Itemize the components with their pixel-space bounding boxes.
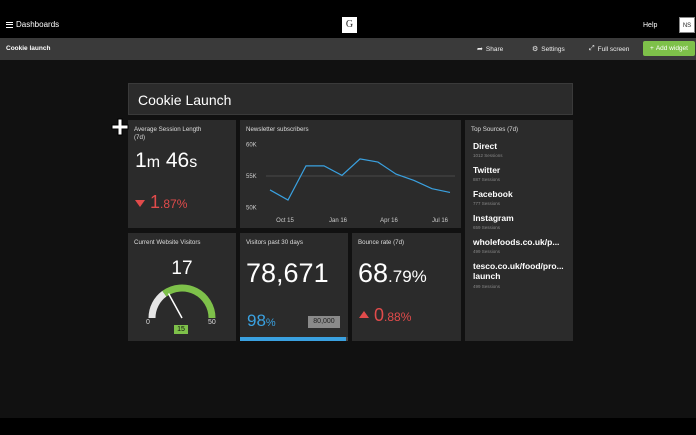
source-sessions: 887 Sessions (473, 177, 501, 182)
share-button[interactable]: ➦ Share (477, 45, 504, 54)
bounce-dec: .79% (388, 267, 427, 286)
x-tick-label: Jul 16 (432, 218, 449, 224)
visitors-30d-value: 78,671 (246, 258, 329, 288)
title-line: (7d) (134, 133, 146, 141)
source-name: wholefoods.co.uk/p... (473, 237, 560, 247)
expand-icon: ⤢ (589, 45, 595, 52)
gauge-max: 50 (208, 319, 216, 326)
source-sessions: 1012 Sessions (473, 153, 503, 158)
settings-label: Settings (541, 45, 565, 53)
source-sessions: 499 Sessions (473, 249, 501, 254)
help-link[interactable]: Help (643, 22, 657, 29)
widget-title: Bounce rate (7d) (358, 239, 405, 246)
newsletter-line-chart: 60K 55K 50K Oct 15 Jan 16 Apr 16 Jul 16 (246, 142, 455, 224)
gauge-arc-target (162, 284, 216, 319)
session-length-value: 1m 46s (135, 149, 197, 173)
gauge-needle (167, 293, 183, 319)
avg-session-widget[interactable]: Average Session Length (7d) 1m 46s 1.87% (128, 120, 236, 228)
source-sessions: 777 Sessions (473, 201, 501, 206)
share-icon: ➦ (477, 46, 483, 53)
dashboard-name: Cookie launch (6, 45, 51, 52)
current-visitors-widget[interactable]: Current Website Visitors 17 0 50 15 (128, 233, 236, 341)
dashboards-label: Dashboards (16, 20, 60, 29)
source-name: tesco.co.uk/food/pro... (473, 261, 564, 271)
gauge-arc-base (148, 290, 167, 319)
change-dec: .87% (160, 197, 188, 211)
dashboard-title-box: Cookie Launch (128, 83, 573, 115)
minutes-unit: m (146, 154, 161, 171)
down-arrow-icon (135, 200, 145, 207)
dashboards-menu-button[interactable]: Dashboards (6, 20, 59, 29)
session-change: 1.87% (150, 192, 187, 213)
newsletter-widget[interactable]: Newsletter subscribers 60K 55K 50K Oct 15 Ja… (240, 120, 461, 228)
add-widget-label: Add widget (655, 45, 688, 52)
settings-button[interactable]: ⚙ Settings (532, 45, 565, 54)
source-name: Twitter (473, 165, 501, 175)
minutes-value: 1 (135, 149, 147, 172)
change-dec: .88% (384, 310, 412, 324)
percent-value: 98 (247, 311, 266, 330)
change-int: 0 (374, 305, 385, 325)
title-line: Average Session Length (134, 126, 202, 133)
add-widget-button[interactable]: + Add widget (643, 41, 695, 56)
hamburger-icon (6, 21, 13, 28)
gear-icon: ⚙ (532, 46, 539, 53)
widget-title: Visitors past 30 days (246, 239, 303, 246)
y-tick-label: 60K (246, 142, 257, 148)
geckoboard-logo: G (342, 17, 357, 33)
x-tick-label: Oct 15 (276, 218, 294, 224)
bounce-rate-value: 68.79% (358, 258, 427, 289)
page-title: Cookie Launch (138, 92, 232, 108)
gauge-target-badge: 15 (174, 325, 188, 334)
top-sources-widget[interactable]: Top Sources (7d) Direct 1012 Sessions Tw… (465, 120, 573, 341)
change-int: 1 (150, 192, 161, 212)
seconds-value: 46 (165, 149, 190, 172)
top-bar: Dashboards G Help NS (0, 14, 696, 38)
y-tick-label: 55K (246, 174, 257, 180)
plus-icon: + (650, 45, 654, 52)
source-name-cont: launch (473, 271, 501, 281)
source-sessions: 499 Sessions (473, 284, 501, 289)
goal-progress-fill (240, 337, 346, 341)
source-name: Facebook (473, 189, 513, 199)
widget-title: Average Session Length (7d) (134, 126, 201, 141)
up-arrow-icon (359, 311, 369, 318)
source-name: Direct (473, 141, 498, 151)
x-tick-label: Apr 16 (380, 218, 398, 224)
source-name: Instagram (473, 213, 514, 223)
percent-unit: % (265, 317, 276, 329)
seconds-unit: s (189, 154, 198, 171)
source-sessions: 659 Sessions (473, 225, 501, 230)
visitors-30d-widget[interactable]: Visitors past 30 days 78,671 98% 80,000 (240, 233, 348, 341)
gauge-min: 0 (146, 319, 150, 326)
y-tick-label: 50K (246, 206, 257, 212)
goal-badge: 80,000 (308, 316, 340, 328)
fullscreen-button[interactable]: ⤢ Full screen (589, 45, 629, 53)
series-line (269, 158, 451, 201)
share-label: Share (485, 45, 504, 53)
goal-percent: 98% (247, 311, 276, 331)
goal-progress-track (240, 337, 348, 341)
bounce-change: 0.88% (374, 305, 411, 326)
move-cursor-icon (111, 118, 129, 136)
fullscreen-label: Full screen (597, 45, 630, 53)
bounce-int: 68 (358, 258, 389, 288)
bounce-rate-widget[interactable]: Bounce rate (7d) 68.79% 0.88% (352, 233, 461, 341)
dashboard-toolbar: Cookie launch ➦ Share ⚙ Settings ⤢ Full … (0, 38, 696, 60)
widget-title: Top Sources (7d) (471, 126, 519, 133)
x-tick-label: Jan 16 (329, 218, 348, 224)
avatar[interactable]: NS (679, 17, 695, 33)
